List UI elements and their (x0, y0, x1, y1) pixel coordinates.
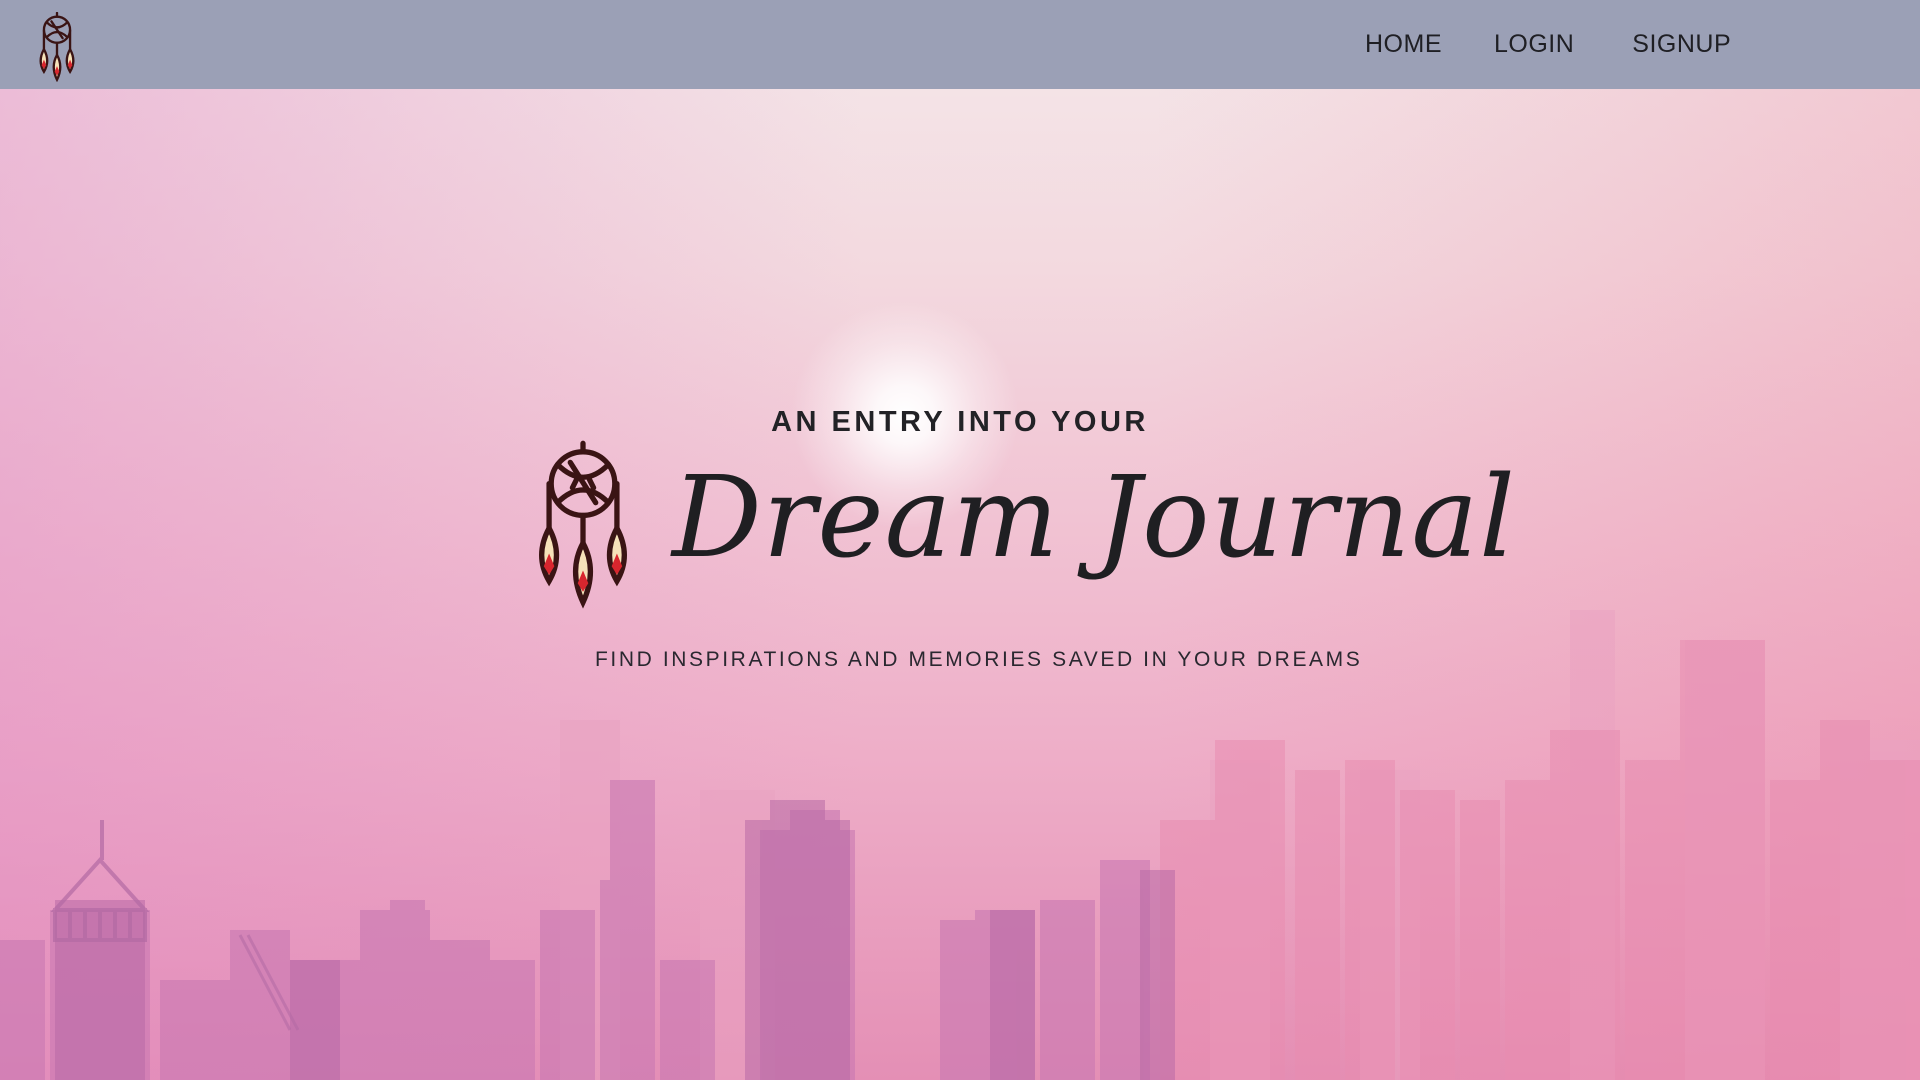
dreamcatcher-icon[interactable] (32, 12, 82, 82)
nav-link-signup[interactable]: SIGNUP (1632, 30, 1731, 59)
hero-section: AN ENTRY INTO YOUR Dream Journal FIND IN… (0, 0, 1920, 1080)
hero-eyebrow: AN ENTRY INTO YOUR (771, 406, 1149, 438)
top-navbar: HOME LOGIN SIGNUP (0, 0, 1920, 89)
hero-title: Dream Journal (672, 453, 1516, 583)
hero-subtitle: FIND INSPIRATIONS AND MEMORIES SAVED IN … (595, 648, 1363, 671)
nav-link-login[interactable]: LOGIN (1494, 30, 1574, 59)
nav-links: HOME LOGIN SIGNUP (1365, 0, 1731, 89)
landing-page: HOME LOGIN SIGNUP AN ENTRY INTO YOUR Dre… (0, 0, 1920, 1080)
dreamcatcher-icon (539, 440, 627, 609)
nav-link-home[interactable]: HOME (1365, 30, 1442, 59)
